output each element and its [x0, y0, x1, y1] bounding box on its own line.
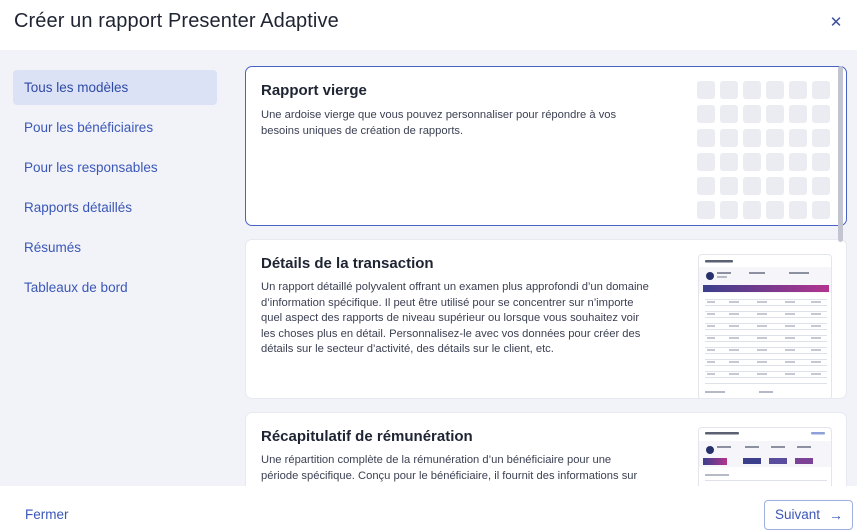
template-description: Une ardoise vierge que vous pouvez perso… — [261, 109, 617, 137]
dialog-footer: Fermer Suivant → — [0, 486, 857, 532]
sidebar-item-dashboards[interactable]: Tableaux de bord — [13, 270, 217, 305]
template-card-blank-report[interactable]: Rapport vierge Une ardoise vierge que vo… — [245, 66, 847, 226]
compensation-summary-thumbnail — [698, 427, 832, 486]
dialog-title: Créer un rapport Presenter Adaptive — [14, 10, 339, 32]
transaction-report-thumbnail — [698, 254, 832, 398]
template-card-transaction-details[interactable]: Détails de la transaction Un rapport dét… — [245, 239, 847, 399]
template-description: Une répartition complète de la rémunérat… — [261, 454, 638, 486]
next-button[interactable]: Suivant → — [764, 500, 853, 530]
close-button[interactable]: Fermer — [25, 507, 69, 522]
close-icon[interactable]: ✕ — [827, 14, 845, 32]
dialog-body: Tous les modèles Pour les bénéficiaires … — [0, 50, 857, 486]
next-button-label: Suivant — [775, 507, 821, 522]
template-title: Récapitulatif de rémunération — [261, 428, 473, 445]
template-description: Un rapport détaillé polyvalent offrant u… — [261, 281, 649, 356]
sidebar-item-for-payees[interactable]: Pour les bénéficiaires — [13, 110, 217, 145]
sidebar-item-summaries[interactable]: Résumés — [13, 230, 217, 265]
template-card-compensation-summary[interactable]: Récapitulatif de rémunération Une répart… — [245, 412, 847, 486]
category-sidebar: Tous les modèles Pour les bénéficiaires … — [13, 70, 217, 310]
template-title: Détails de la transaction — [261, 255, 434, 272]
template-title: Rapport vierge — [261, 82, 367, 99]
blank-grid-thumbnail — [697, 81, 830, 219]
template-list: Rapport vierge Une ardoise vierge que vo… — [245, 66, 847, 486]
sidebar-item-all-templates[interactable]: Tous les modèles — [13, 70, 217, 105]
create-report-dialog: Créer un rapport Presenter Adaptive ✕ To… — [0, 0, 857, 532]
dialog-header: Créer un rapport Presenter Adaptive ✕ — [0, 0, 857, 50]
sidebar-item-detailed-reports[interactable]: Rapports détaillés — [13, 190, 217, 225]
arrow-right-icon: → — [829, 507, 843, 523]
sidebar-item-for-managers[interactable]: Pour les responsables — [13, 150, 217, 185]
scrollbar-thumb[interactable] — [838, 66, 843, 242]
